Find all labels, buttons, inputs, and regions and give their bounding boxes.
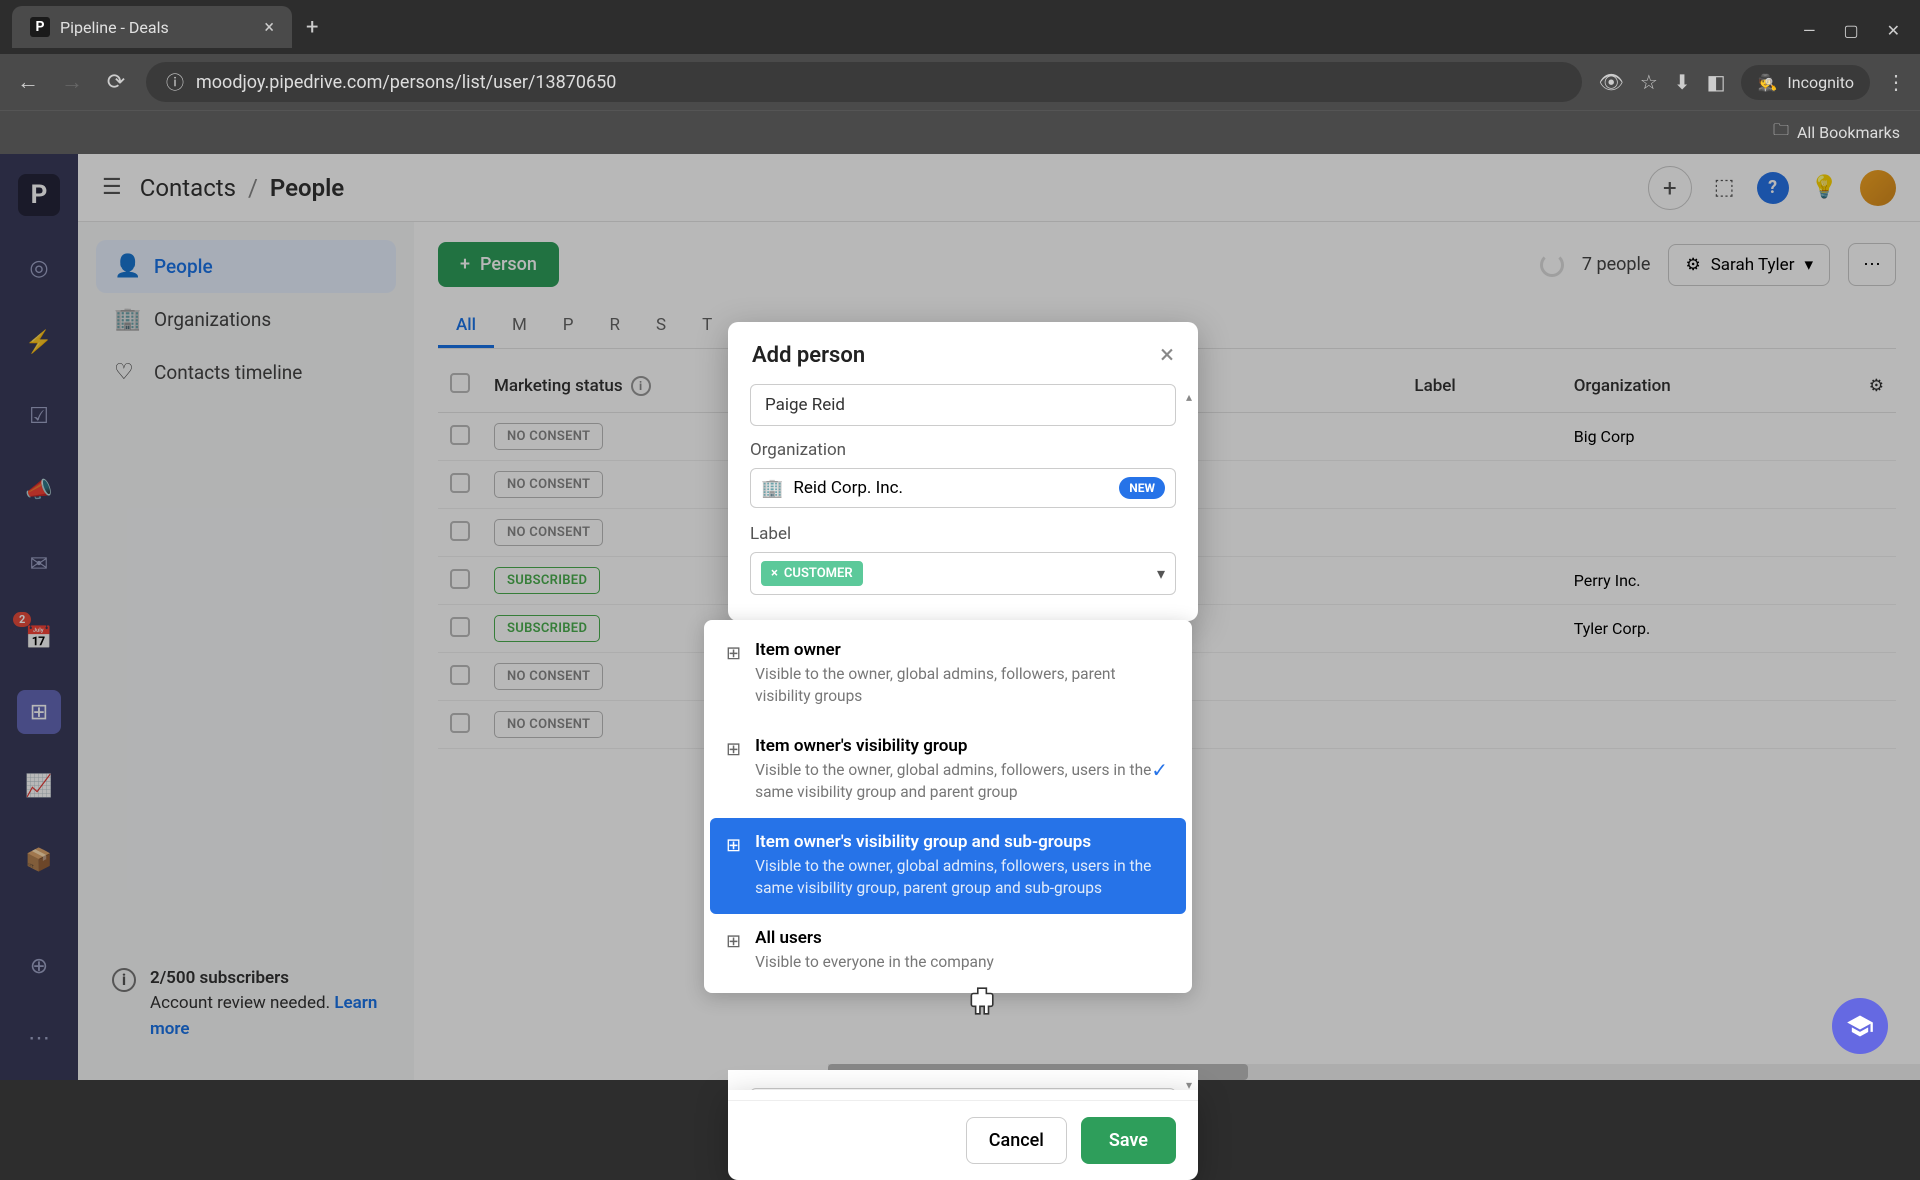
chip-remove-icon[interactable]: × — [771, 566, 778, 581]
browser-tab-bar: P Pipeline - Deals × + — ▢ ✕ — [0, 0, 1920, 54]
check-icon: ✓ — [1151, 758, 1168, 782]
modal-title: Add person — [752, 343, 865, 368]
dd-option-visibility-group[interactable]: ⊞ Item owner's visibility group Visible … — [710, 722, 1186, 818]
customer-chip[interactable]: × CUSTOMER — [761, 561, 863, 586]
close-modal-icon[interactable]: × — [1160, 340, 1174, 370]
cancel-button[interactable]: Cancel — [966, 1117, 1067, 1164]
grid-icon: ⊞ — [726, 835, 741, 856]
window-controls: — ▢ ✕ — [1803, 21, 1908, 54]
organization-input[interactable]: 🏢 Reid Corp. Inc. NEW — [750, 468, 1176, 508]
app-root: P ◎ ⚡ ☑ 📣 ✉ 2📅 ⊞ 📈 📦 ⊕ ⋯ ☰ Contacts / Pe… — [0, 154, 1920, 1080]
grid-icon: ⊞ — [726, 931, 741, 952]
reload-button[interactable]: ⟳ — [102, 70, 130, 95]
grid-icon: ⊞ — [726, 739, 741, 760]
new-badge: NEW — [1119, 477, 1165, 499]
save-button[interactable]: Save — [1081, 1117, 1176, 1164]
url-text: moodjoy.pipedrive.com/persons/list/user/… — [196, 72, 616, 93]
scroll-down-icon[interactable]: ▾ — [1186, 1078, 1192, 1092]
side-panel-icon[interactable]: ◧ — [1707, 70, 1726, 94]
browser-tab[interactable]: P Pipeline - Deals × — [12, 6, 292, 48]
close-tab-icon[interactable]: × — [264, 17, 274, 38]
dd-option-all-users[interactable]: ⊞ All users Visible to everyone in the c… — [710, 914, 1186, 987]
grid-icon: ⊞ — [726, 643, 741, 664]
modal-header: Add person × — [728, 322, 1198, 384]
bookmarks-bar: 🗀 All Bookmarks — [0, 110, 1920, 154]
minimize-icon[interactable]: — — [1803, 21, 1816, 40]
dd-desc: Visible to the owner, global admins, fol… — [755, 663, 1170, 708]
dd-title: All users — [755, 928, 1170, 948]
site-info-icon[interactable]: ⓘ — [166, 69, 184, 95]
maximize-icon[interactable]: ▢ — [1843, 21, 1858, 40]
incognito-icon: 🕵 — [1757, 73, 1777, 92]
chip-text: CUSTOMER — [784, 566, 853, 581]
name-input[interactable] — [750, 384, 1176, 426]
dd-option-sub-groups[interactable]: ⊞ Item owner's visibility group and sub-… — [710, 818, 1186, 914]
label-field-label: Label — [750, 524, 1176, 544]
organization-value: Reid Corp. Inc. — [793, 478, 1109, 498]
address-bar: ← → ⟳ ⓘ moodjoy.pipedrive.com/persons/li… — [0, 54, 1920, 110]
dd-title: Item owner — [755, 640, 1170, 660]
dd-desc: Visible to the owner, global admins, fol… — [755, 855, 1170, 900]
url-input[interactable]: ⓘ moodjoy.pipedrive.com/persons/list/use… — [146, 62, 1582, 102]
float-help-button[interactable] — [1832, 998, 1888, 1054]
eye-off-icon[interactable]: 👁 — [1598, 70, 1623, 94]
incognito-label: Incognito — [1787, 73, 1854, 92]
all-bookmarks-label: All Bookmarks — [1797, 123, 1900, 142]
add-person-modal: Add person × ▴ Organization 🏢 Reid Corp.… — [728, 322, 1198, 621]
back-button[interactable]: ← — [14, 69, 42, 95]
dd-title: Item owner's visibility group — [755, 736, 1170, 756]
scroll-up-icon[interactable]: ▴ — [1186, 390, 1192, 404]
dd-option-item-owner[interactable]: ⊞ Item owner Visible to the owner, globa… — [710, 626, 1186, 722]
dd-desc: Visible to everyone in the company — [755, 951, 1170, 973]
label-select[interactable]: × CUSTOMER ▾ — [750, 552, 1176, 595]
browser-menu-icon[interactable]: ⋮ — [1886, 70, 1906, 94]
modal-footer: Cancel Save — [728, 1100, 1198, 1180]
download-icon[interactable]: ⬇ — [1674, 70, 1691, 94]
folder-icon: 🗀 — [1773, 119, 1789, 146]
modal-body: ▴ Organization 🏢 Reid Corp. Inc. NEW Lab… — [728, 384, 1198, 621]
forward-button[interactable]: → — [58, 69, 86, 95]
dd-desc: Visible to the owner, global admins, fol… — [755, 759, 1170, 804]
visibility-dropdown: ⊞ Item owner Visible to the owner, globa… — [704, 620, 1192, 993]
tab-favicon-icon: P — [30, 17, 50, 37]
new-tab-button[interactable]: + — [306, 15, 318, 40]
building-icon: 🏢 — [761, 478, 783, 499]
star-icon[interactable]: ☆ — [1640, 70, 1658, 94]
chevron-down-icon: ▾ — [1157, 564, 1165, 583]
close-window-icon[interactable]: ✕ — [1887, 21, 1900, 40]
graduation-cap-icon — [1846, 1012, 1874, 1040]
dd-title: Item owner's visibility group and sub-gr… — [755, 832, 1170, 852]
modal-lower: ▾ Cancel Save — [728, 1090, 1198, 1180]
tab-title: Pipeline - Deals — [60, 18, 169, 37]
incognito-badge[interactable]: 🕵 Incognito — [1741, 65, 1870, 100]
all-bookmarks-button[interactable]: 🗀 All Bookmarks — [1773, 119, 1900, 146]
organization-label: Organization — [750, 440, 1176, 460]
